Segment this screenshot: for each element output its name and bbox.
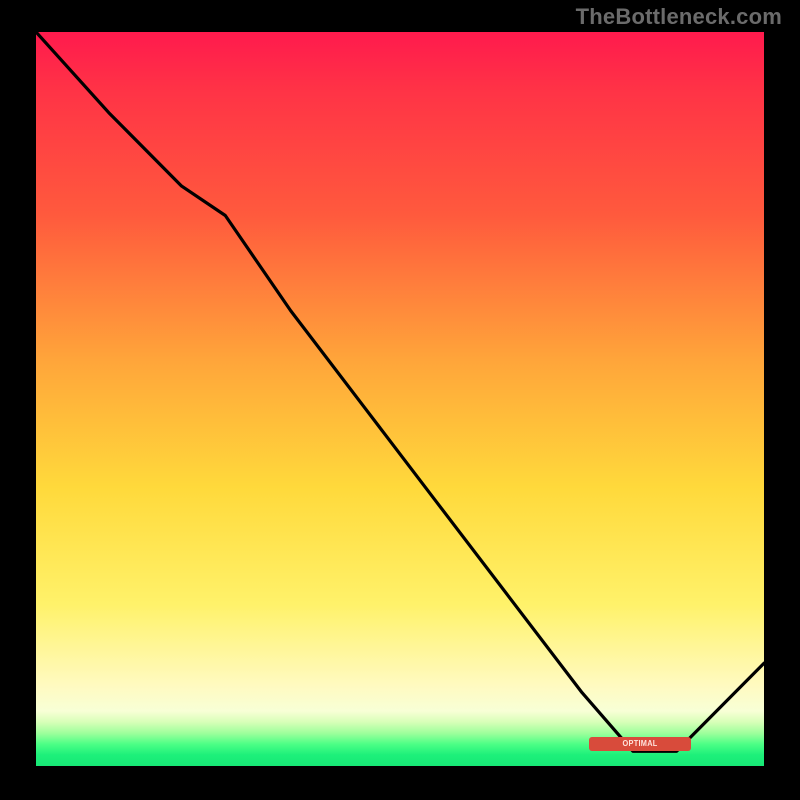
optimal-marker: OPTIMAL [589,737,691,751]
watermark-text: TheBottleneck.com [576,4,782,30]
optimal-marker-label: OPTIMAL [623,739,658,748]
line-series [36,32,764,766]
chart-frame: TheBottleneck.com OPTIMAL [0,0,800,800]
plot-area: OPTIMAL [36,32,764,766]
